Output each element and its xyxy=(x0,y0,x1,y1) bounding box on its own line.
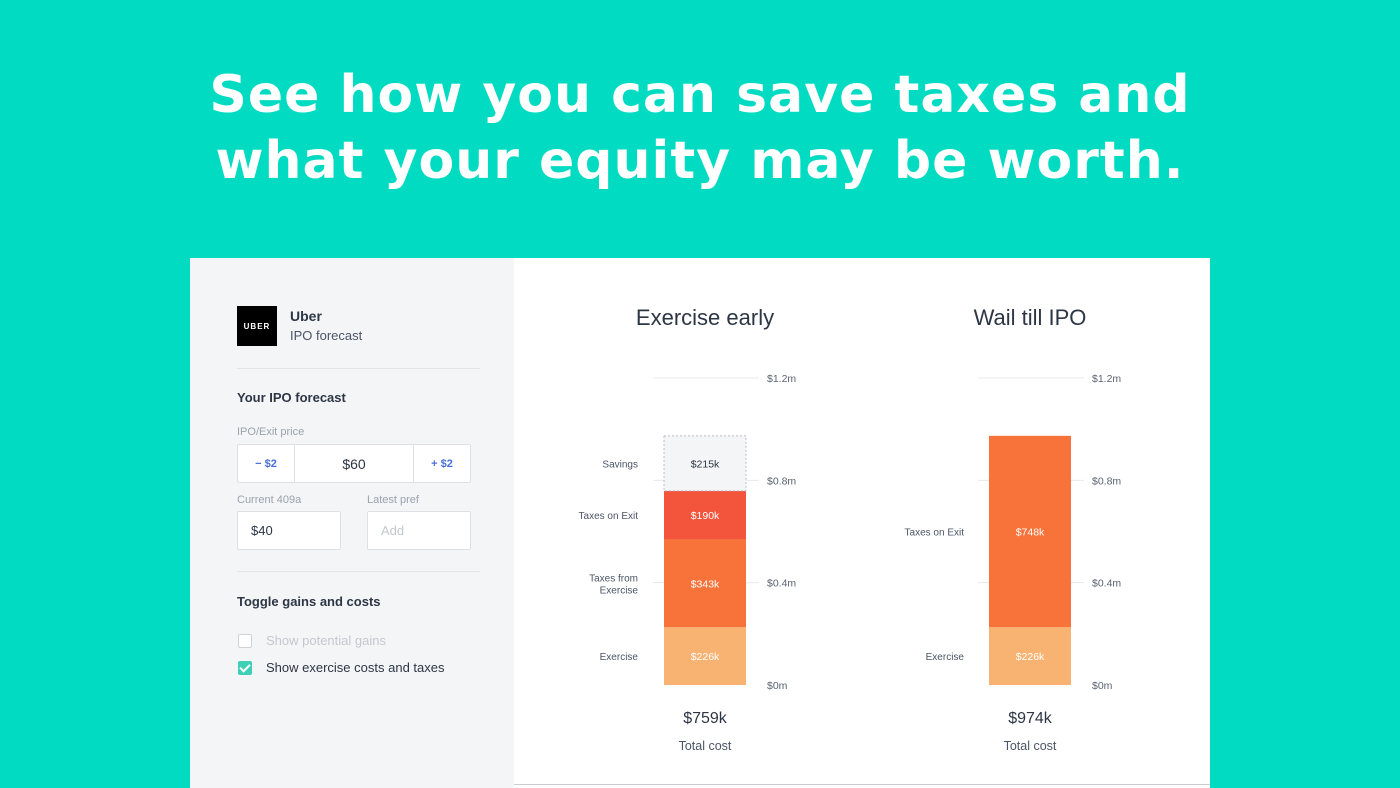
y-tick-label: $0.8m xyxy=(1092,475,1121,487)
data-label: $343k xyxy=(691,578,720,590)
checkbox-icon[interactable] xyxy=(238,633,252,648)
category-label: Savings xyxy=(602,459,638,470)
latest-pref-field[interactable]: Add xyxy=(367,511,471,550)
category-label: Taxes from xyxy=(589,573,638,584)
total-label: Total cost xyxy=(679,739,732,753)
data-label: $226k xyxy=(1016,651,1045,663)
total-label: Total cost xyxy=(1004,739,1057,753)
y-tick-label: $1.2m xyxy=(1092,373,1121,385)
data-label: $190k xyxy=(691,510,720,522)
divider xyxy=(237,571,480,572)
company-subtitle: IPO forecast xyxy=(290,328,363,343)
category-label: Exercise xyxy=(600,652,639,663)
total-value: $759k xyxy=(683,710,728,727)
ipo-price-label: IPO/Exit price xyxy=(237,426,305,438)
data-label: $748k xyxy=(1016,527,1045,539)
uber-logo: UBER xyxy=(237,306,277,346)
total-value: $974k xyxy=(1008,710,1053,727)
app-panel: UBER Uber IPO forecast Your IPO forecast… xyxy=(190,258,1210,788)
data-label: $226k xyxy=(691,651,720,663)
y-tick-label: $1.2m xyxy=(767,373,796,385)
y-tick-label: $0.4m xyxy=(1092,578,1121,590)
divider xyxy=(514,784,1210,785)
category-label: Exercise xyxy=(926,652,965,663)
toggle-section-title: Toggle gains and costs xyxy=(237,594,381,609)
category-label: Taxes on Exit xyxy=(905,528,965,539)
divider xyxy=(237,368,480,369)
sidebar: UBER Uber IPO forecast Your IPO forecast… xyxy=(190,258,514,788)
company-name: Uber xyxy=(290,308,322,324)
show-costs-toggle[interactable]: Show exercise costs and taxes xyxy=(238,660,444,675)
ipo-price-stepper: − $2 $60 + $2 xyxy=(237,444,471,483)
decrease-price-button[interactable]: − $2 xyxy=(238,445,295,482)
headline: See how you can save taxes and what your… xyxy=(0,62,1400,194)
headline-line-1: See how you can save taxes and xyxy=(209,65,1191,125)
y-tick-label: $0m xyxy=(767,680,788,692)
y-tick-label: $0m xyxy=(1092,680,1113,692)
latest-pref-label: Latest pref xyxy=(367,494,419,506)
cost-charts: $0m $0.4m $0.8m $1.2m $226k Exercise $343k Taxe… xyxy=(579,373,1122,753)
show-costs-label: Show exercise costs and taxes xyxy=(266,660,445,675)
ipo-price-input[interactable]: $60 xyxy=(295,445,413,482)
category-label: Exercise xyxy=(600,585,639,596)
current-409a-field[interactable]: $40 xyxy=(237,511,341,550)
headline-line-2: what your equity may be worth. xyxy=(215,131,1185,191)
y-tick-label: $0.8m xyxy=(767,475,796,487)
category-label: Taxes on Exit xyxy=(579,511,639,522)
forecast-section-title: Your IPO forecast xyxy=(237,390,346,405)
charts-area: Exercise early Wail till IPO $0m $0.4m $0.… xyxy=(514,258,1210,788)
increase-price-button[interactable]: + $2 xyxy=(413,445,470,482)
show-gains-toggle[interactable]: Show potential gains xyxy=(238,633,386,648)
current-409a-label: Current 409a xyxy=(237,494,302,506)
y-tick-label: $0.4m xyxy=(767,578,796,590)
checkbox-checked-icon[interactable] xyxy=(238,660,252,675)
show-gains-label: Show potential gains xyxy=(266,633,386,648)
data-label: $215k xyxy=(691,458,720,470)
